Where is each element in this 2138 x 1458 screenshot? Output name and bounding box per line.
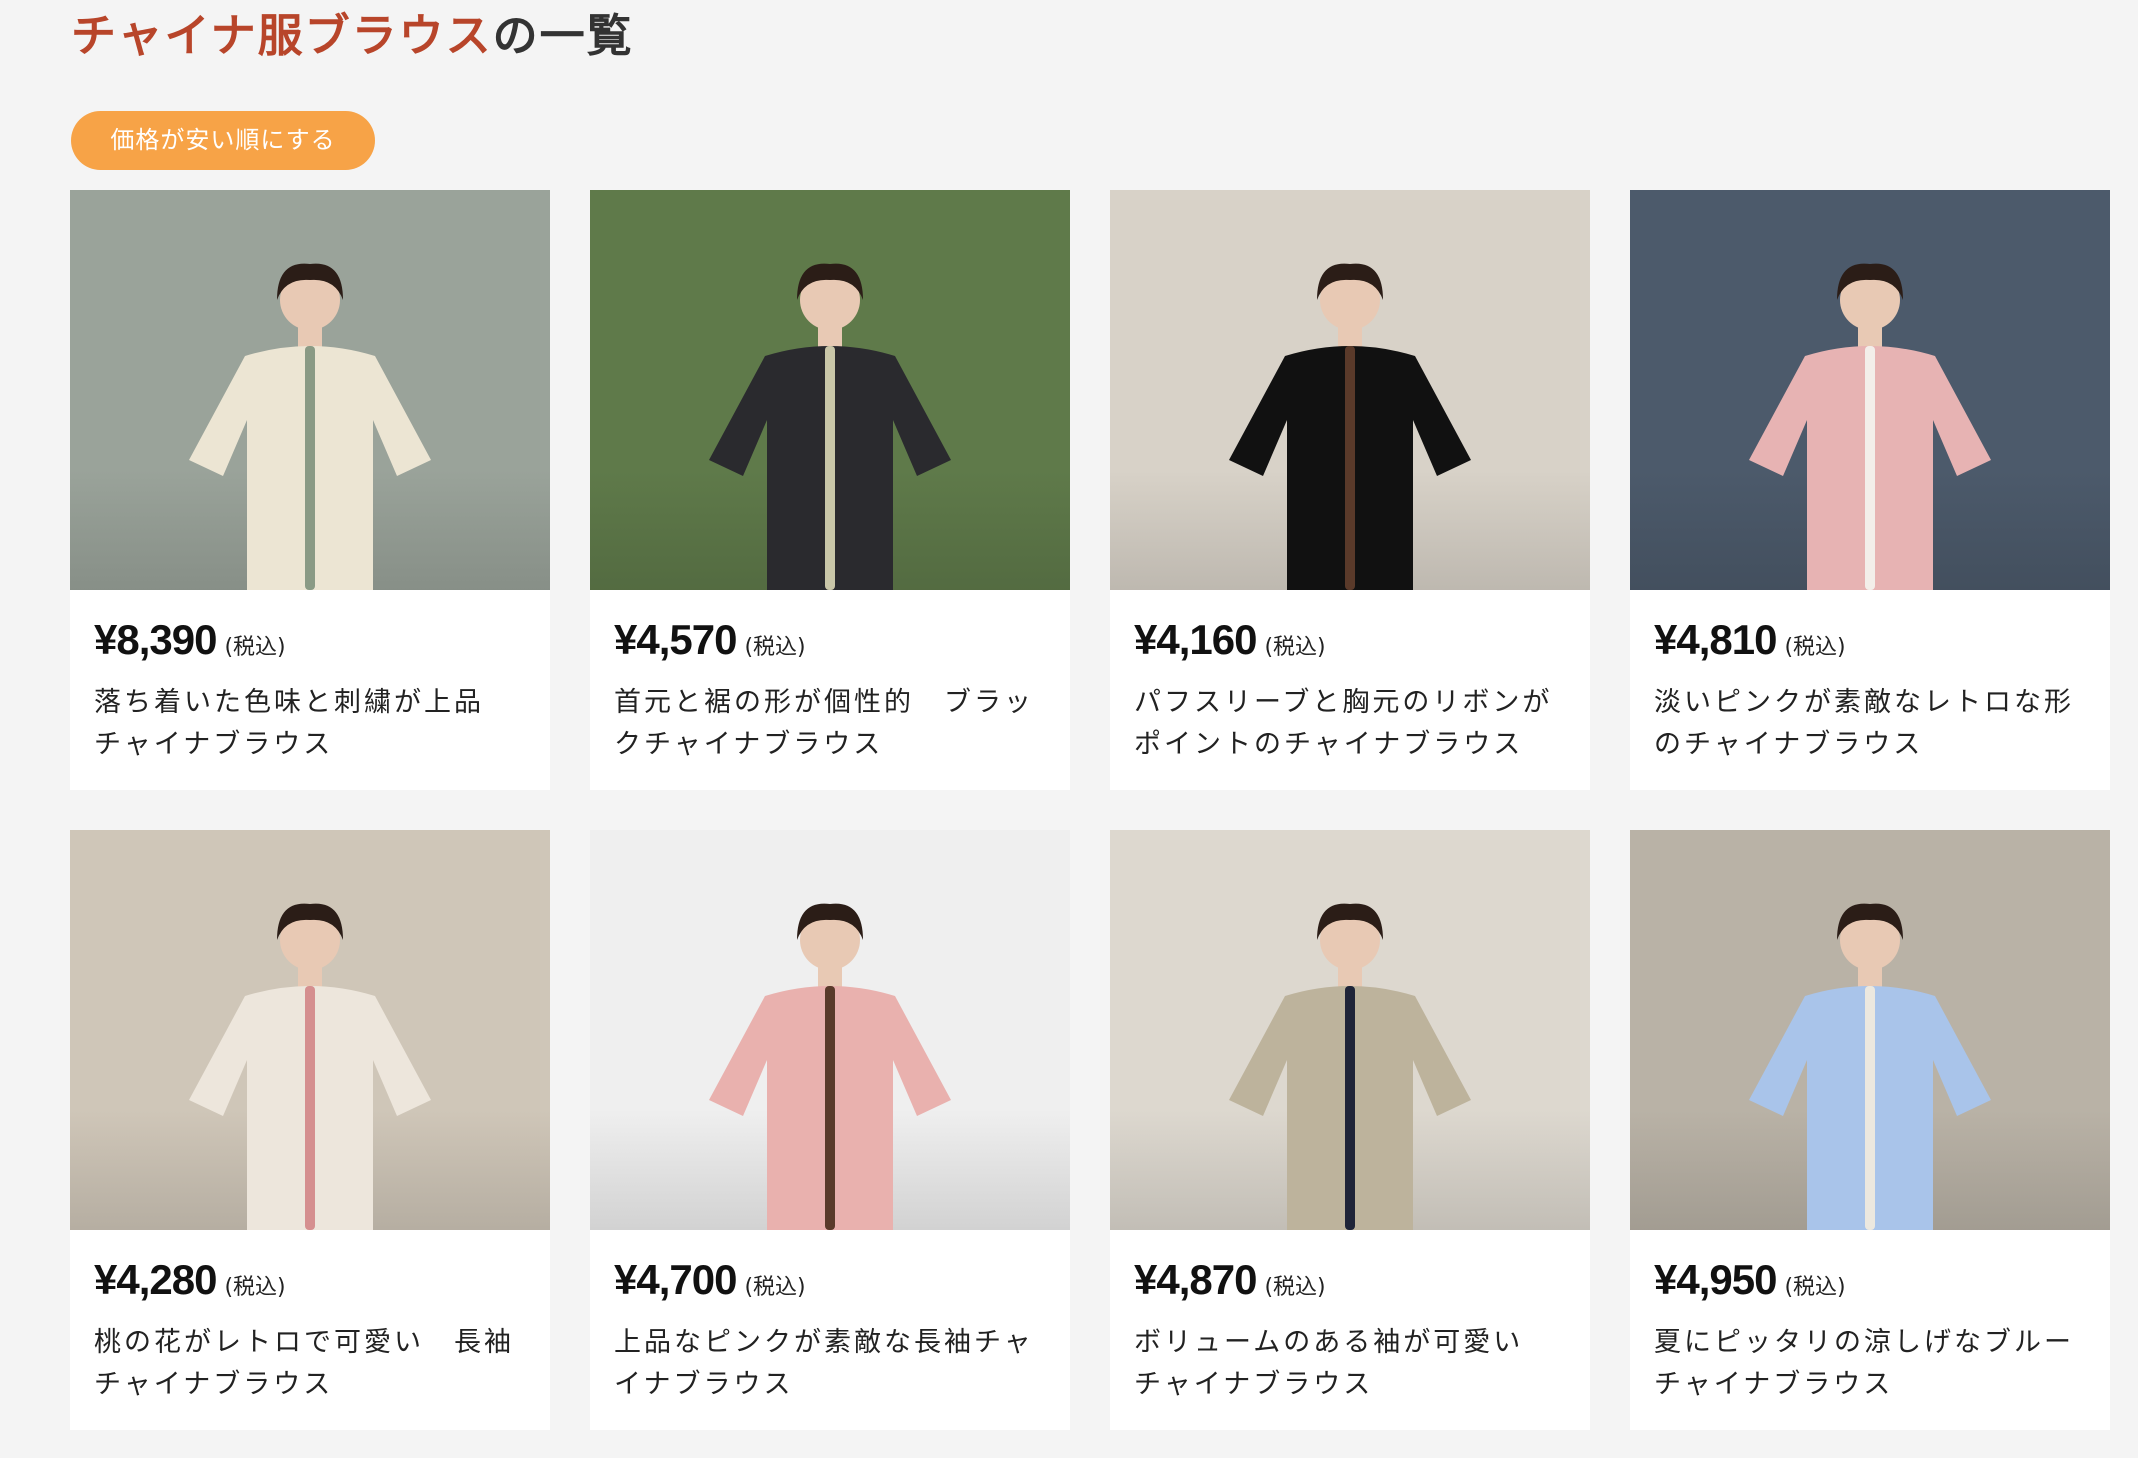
price: ¥4,280	[94, 1256, 217, 1303]
product-card[interactable]: ¥8,390 (税込) 落ち着いた色味と刺繍が上品 チャイナブラウス	[70, 190, 550, 790]
product-card[interactable]: ¥4,280 (税込) 桃の花がレトロで可愛い 長袖チャイナブラウス	[70, 830, 550, 1430]
product-card[interactable]: ¥4,700 (税込) 上品なピンクが素敵な長袖チャイナブラウス	[590, 830, 1070, 1430]
tax-label: (税込)	[1264, 635, 1326, 660]
page-title-suffix: の一覧	[492, 9, 634, 62]
product-image[interactable]	[590, 830, 1070, 1230]
product-image[interactable]	[1110, 190, 1590, 590]
product-name[interactable]: 淡いピンクが素敵なレトロな形のチャイナブラウス	[1654, 682, 2086, 766]
tax-label: (税込)	[744, 635, 806, 660]
blouse-illustration	[709, 903, 951, 1230]
product-name[interactable]: 落ち着いた色味と刺繍が上品 チャイナブラウス	[94, 682, 526, 766]
product-name[interactable]: 桃の花がレトロで可愛い 長袖チャイナブラウス	[94, 1322, 526, 1406]
product-image[interactable]	[590, 190, 1070, 590]
product-name[interactable]: パフスリーブと胸元のリボンがポイントのチャイナブラウス	[1134, 682, 1566, 766]
product-image[interactable]	[1630, 190, 2110, 590]
product-name[interactable]: ボリュームのある袖が可愛い チャイナブラウス	[1134, 1322, 1566, 1406]
tax-label: (税込)	[1264, 1275, 1326, 1300]
product-image[interactable]	[70, 830, 550, 1230]
product-image[interactable]	[1630, 830, 2110, 1230]
product-card[interactable]: ¥4,950 (税込) 夏にピッタリの涼しげなブルーチャイナブラウス	[1630, 830, 2110, 1430]
product-card[interactable]: ¥4,810 (税込) 淡いピンクが素敵なレトロな形のチャイナブラウス	[1630, 190, 2110, 790]
price: ¥8,390	[94, 616, 217, 663]
product-card[interactable]: ¥4,870 (税込) ボリュームのある袖が可愛い チャイナブラウス	[1110, 830, 1590, 1430]
page-title: チャイナ服ブラウスの一覧	[71, 4, 634, 68]
price: ¥4,160	[1134, 616, 1257, 663]
blouse-illustration	[189, 263, 431, 590]
blouse-illustration	[1749, 903, 1991, 1230]
price: ¥4,870	[1134, 1256, 1257, 1303]
page-title-accent: チャイナ服ブラウス	[71, 9, 493, 62]
tax-label: (税込)	[1784, 1275, 1846, 1300]
price: ¥4,570	[614, 616, 737, 663]
product-name[interactable]: 夏にピッタリの涼しげなブルーチャイナブラウス	[1654, 1322, 2086, 1406]
tax-label: (税込)	[744, 1275, 806, 1300]
product-card[interactable]: ¥4,160 (税込) パフスリーブと胸元のリボンがポイントのチャイナブラウス	[1110, 190, 1590, 790]
product-card[interactable]: ¥4,570 (税込) 首元と裾の形が個性的 ブラックチャイナブラウス	[590, 190, 1070, 790]
tax-label: (税込)	[224, 635, 286, 660]
price: ¥4,810	[1654, 616, 1777, 663]
product-name[interactable]: 上品なピンクが素敵な長袖チャイナブラウス	[614, 1322, 1046, 1406]
product-grid: ¥8,390 (税込) 落ち着いた色味と刺繍が上品 チャイナブラウス ¥4,570…	[70, 190, 2110, 1430]
price: ¥4,700	[614, 1256, 737, 1303]
blouse-illustration	[1229, 903, 1471, 1230]
blouse-illustration	[709, 263, 951, 590]
tax-label: (税込)	[224, 1275, 286, 1300]
tax-label: (税込)	[1784, 635, 1846, 660]
price: ¥4,950	[1654, 1256, 1777, 1303]
blouse-illustration	[189, 903, 431, 1230]
product-name[interactable]: 首元と裾の形が個性的 ブラックチャイナブラウス	[614, 682, 1046, 766]
blouse-illustration	[1749, 263, 1991, 590]
sort-by-price-button[interactable]: 価格が安い順にする	[71, 111, 375, 170]
blouse-illustration	[1229, 263, 1471, 590]
product-image[interactable]	[1110, 830, 1590, 1230]
product-image[interactable]	[70, 190, 550, 590]
